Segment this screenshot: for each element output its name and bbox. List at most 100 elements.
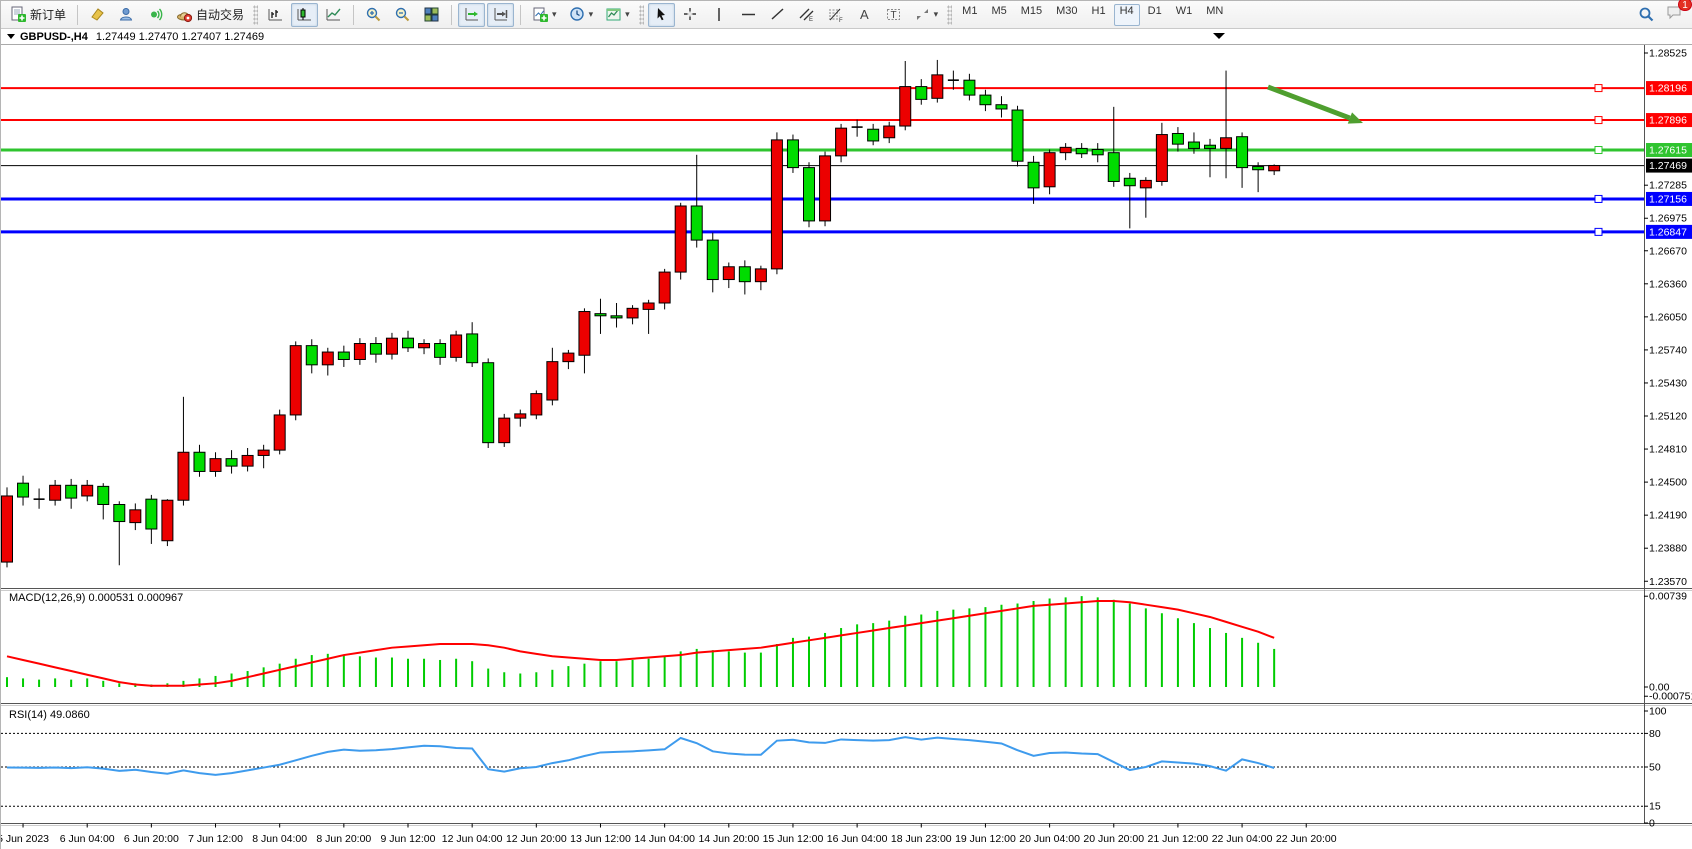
price-axis-label: 1.26050: [1649, 311, 1687, 323]
timeframe-M30-button[interactable]: M30: [1050, 4, 1083, 26]
candle: [1028, 156, 1039, 204]
timeframe-H1-button[interactable]: H1: [1086, 4, 1112, 26]
price-axis-label: 1.25430: [1649, 377, 1687, 389]
cursor-button[interactable]: [648, 3, 675, 27]
templates-button[interactable]: ▾: [600, 3, 635, 27]
candle: [547, 348, 558, 406]
candle: [242, 448, 253, 471]
new-order-button[interactable]: 新订单: [5, 3, 71, 27]
candlestick-button[interactable]: [291, 3, 318, 27]
eraser-button[interactable]: [84, 3, 111, 27]
search-button[interactable]: [1633, 3, 1660, 27]
zoom-in-button[interactable]: [360, 3, 387, 27]
tile-windows-button[interactable]: [418, 3, 445, 27]
hline-handle[interactable]: [1595, 195, 1602, 202]
chart-symbol-period: GBPUSD-,H4: [20, 31, 88, 43]
vline-button[interactable]: [706, 3, 733, 27]
timeframe-W1-button[interactable]: W1: [1170, 4, 1199, 26]
candle: [338, 346, 349, 367]
candle: [162, 499, 173, 546]
candle: [980, 90, 991, 111]
price-axis-label: 1.26975: [1649, 213, 1687, 225]
price-axis-label: 1.23880: [1649, 543, 1687, 555]
time-axis-label: 20 Jun 04:00: [1019, 833, 1080, 845]
timeframe-M15-button[interactable]: M15: [1015, 4, 1048, 26]
rsi-line: [7, 737, 1274, 775]
timeframe-M1-button[interactable]: M1: [956, 4, 983, 26]
hline-handle[interactable]: [1595, 117, 1602, 124]
crosshair-button[interactable]: [677, 3, 704, 27]
candle: [820, 152, 831, 227]
time-axis-label: 14 Jun 20:00: [698, 833, 759, 845]
candle: [836, 124, 847, 162]
text-button[interactable]: A: [851, 3, 878, 27]
autotrade-button[interactable]: 自动交易: [171, 3, 249, 27]
candle: [290, 341, 301, 420]
candle: [1237, 132, 1248, 187]
candle: [18, 476, 29, 506]
hline-button[interactable]: [735, 3, 762, 27]
time-axis-label: 12 Jun 04:00: [442, 833, 503, 845]
chart-dropdown-icon[interactable]: [7, 34, 15, 39]
timeframe-MN-button[interactable]: MN: [1200, 4, 1229, 26]
toolbar-separator: [520, 5, 521, 25]
chat-button[interactable]: 1: [1666, 4, 1683, 26]
timeframe-M5-button[interactable]: M5: [985, 4, 1012, 26]
annotation-arrow-head[interactable]: [1348, 112, 1363, 123]
chart-canvas[interactable]: 1.285251.272851.269751.266701.263601.260…: [1, 45, 1692, 849]
candle: [916, 79, 927, 105]
candle: [739, 260, 750, 294]
candle: [996, 96, 1007, 117]
trendline-button[interactable]: [764, 3, 791, 27]
chart-shift-button[interactable]: [487, 3, 514, 27]
candle: [579, 308, 590, 373]
toolbar-grip[interactable]: [639, 5, 644, 25]
chart-shift-marker[interactable]: [1213, 33, 1225, 39]
zoom-out-button[interactable]: [389, 3, 416, 27]
auto-scroll-button[interactable]: [458, 3, 485, 27]
timeframe-D1-button[interactable]: D1: [1142, 4, 1168, 26]
rsi-axis-label: 50: [1649, 762, 1661, 774]
rsi-axis-label: 0: [1649, 818, 1655, 830]
fibonacci-button[interactable]: F: [822, 3, 849, 27]
candle: [1205, 139, 1216, 177]
rsi-label: RSI(14) 49.0860: [9, 709, 90, 721]
indicators-button[interactable]: ▾: [527, 3, 562, 27]
time-axis-label: 13 Jun 12:00: [570, 833, 631, 845]
candle: [354, 338, 365, 365]
chart-title-bar: GBPUSD-,H4 1.27449 1.27470 1.27407 1.274…: [1, 29, 1692, 45]
candle: [419, 339, 430, 354]
profile-button[interactable]: [113, 3, 140, 27]
candle: [1221, 71, 1232, 179]
hline-handle[interactable]: [1595, 85, 1602, 92]
time-axis-label: 5 Jun 2023: [1, 833, 49, 845]
hline-handle[interactable]: [1595, 228, 1602, 235]
bar-chart-button[interactable]: [262, 3, 289, 27]
shapes-button[interactable]: ▾: [909, 3, 944, 27]
price-tag-1.27615-text: 1.27615: [1649, 145, 1687, 157]
price-chart-svg[interactable]: 1.285251.272851.269751.266701.263601.260…: [1, 45, 1692, 849]
toolbar-grip[interactable]: [947, 5, 952, 25]
rsi-axis-label: 15: [1649, 801, 1661, 813]
price-tag-1.26847-text: 1.26847: [1649, 226, 1687, 238]
periods-button[interactable]: ▾: [564, 3, 599, 27]
candle: [178, 397, 189, 506]
hline-handle[interactable]: [1595, 147, 1602, 154]
sound-button[interactable]: [142, 3, 169, 27]
timeframe-H4-button[interactable]: H4: [1114, 4, 1140, 26]
candle: [1156, 123, 1167, 186]
label-button[interactable]: T: [880, 3, 907, 27]
time-axis-label: 6 Jun 04:00: [60, 833, 115, 845]
toolbar-grip[interactable]: [253, 5, 258, 25]
price-axis-label: 1.24810: [1649, 444, 1687, 456]
candle: [1012, 106, 1023, 167]
candle: [370, 337, 381, 363]
line-chart-button[interactable]: [320, 3, 347, 27]
candle: [515, 410, 526, 427]
annotation-arrow[interactable]: [1268, 87, 1350, 118]
time-axis-label: 8 Jun 20:00: [316, 833, 371, 845]
channel-button[interactable]: E: [793, 3, 820, 27]
candle: [723, 262, 734, 288]
candle: [146, 495, 157, 544]
price-axis-label: 1.25740: [1649, 344, 1687, 356]
